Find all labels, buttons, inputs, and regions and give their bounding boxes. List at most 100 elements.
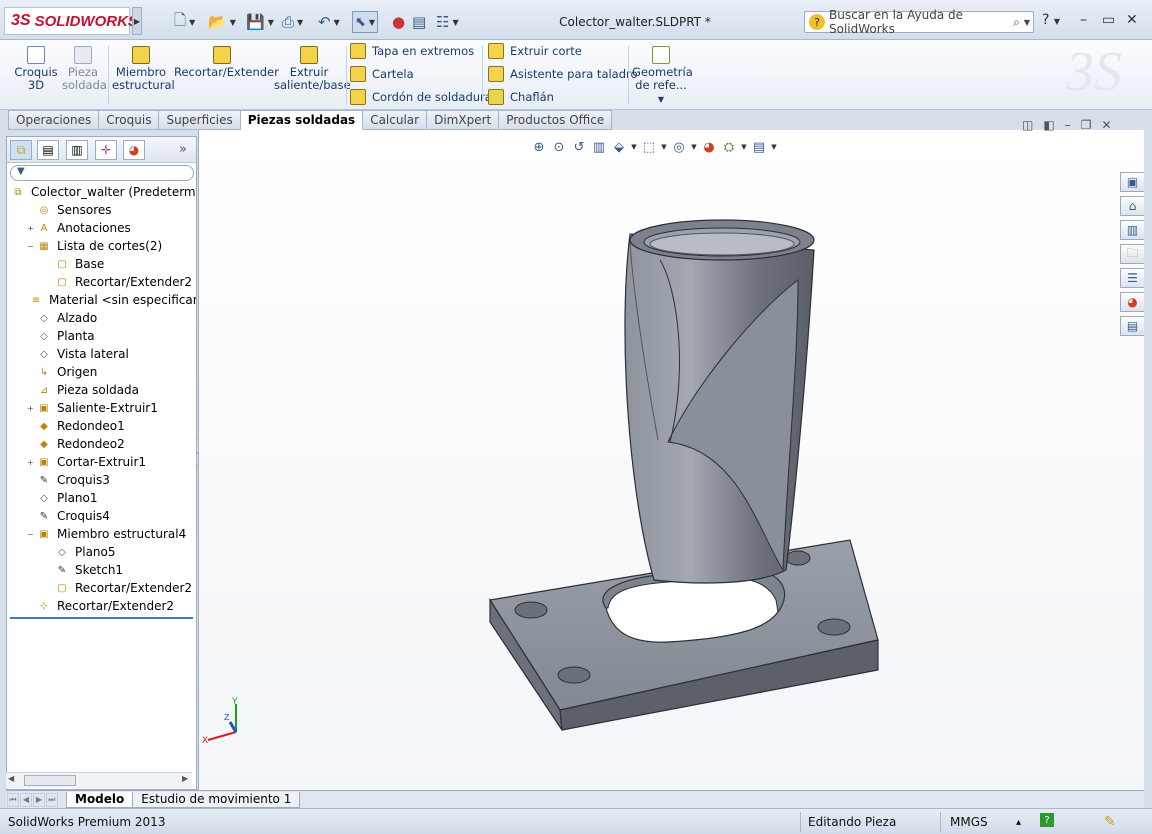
tab-superficies[interactable]: Superficies [159,110,241,130]
filter-icon: ▼ [17,166,25,177]
tree-item-label: Sensores [57,203,112,217]
select-button[interactable]: ⬉ ▼ [352,11,379,33]
tag-icon[interactable]: ✎ [1104,812,1116,832]
rebuild-button[interactable]: ● [392,11,405,33]
collector-tube[interactable] [624,219,815,584]
button-label: Chaflán [510,90,554,104]
featuremanager-tab[interactable]: ⧉ [10,140,32,160]
tab-dimxpert[interactable]: DimXpert [427,110,500,130]
tree-item[interactable]: ◇ Plano1 [7,489,196,507]
quick-tips-help-icon[interactable]: ? [1040,813,1054,827]
end-cap-button[interactable]: Tapa en extremos [350,41,474,61]
print-button[interactable]: ⎙ ▼ [282,11,303,33]
rollback-bar[interactable] [10,617,193,619]
tree-item[interactable]: + ▣ Cortar-Extruir1 [7,453,196,471]
button-label: Miembro [115,65,167,79]
extruded-cut-button[interactable]: Extruir corte [488,41,582,61]
tree-item[interactable]: ⧉ Colector_walter (Predeterminado [7,183,196,201]
next-tab-arrow[interactable]: ▶ [33,792,45,807]
display-manager-tab[interactable]: ◕ [123,140,145,160]
tree-item[interactable]: ◇ Vista lateral [7,345,196,363]
tree-item[interactable]: ✎ Sketch1 [7,561,196,579]
structural-member-icon: ▣ [39,528,49,540]
tree-horizontal-scrollbar[interactable]: ◀ ▶ [6,772,192,788]
tree-item[interactable]: ◆ Redondeo1 [7,417,196,435]
tree-item[interactable]: ✎ Croquis3 [7,471,196,489]
tab-calcular[interactable]: Calcular [363,110,428,130]
solidworks-logo[interactable]: 3S SOLIDWORKS [4,7,138,35]
minimize-window-button[interactable]: – [1080,12,1087,28]
options-button[interactable]: ☷ ▼ [436,11,459,33]
configurationmanager-tab[interactable]: ▥ [66,140,88,160]
tree-item[interactable]: ▢ Recortar/Extender2 [7,273,196,291]
tree-item[interactable]: ◇ Plano5 [7,543,196,561]
open-document-button[interactable]: 📂 ▼ [208,11,236,33]
extruded-boss-button[interactable]: Extruir saliente/base [274,46,351,92]
unit-system[interactable]: MMGS [950,812,988,832]
tree-item[interactable]: − ▣ Miembro estructural4 [7,525,196,543]
tab-operaciones[interactable]: Operaciones [8,110,100,130]
help-search-input[interactable]: ? Buscar en la Ayuda de SolidWorks ⌕ ▼ [804,8,1034,36]
plane-icon: ◇ [40,312,48,324]
hole-wizard-button[interactable]: Asistente para taladro [488,64,638,84]
tree-item[interactable]: ◎ Sensores [7,201,196,219]
weld-bead-button[interactable]: Cordón de soldadura [350,87,492,107]
button-label: de refe... [635,78,687,92]
save-button[interactable]: 💾 ▼ [246,11,274,33]
new-document-button[interactable]: 🗋 ▼ [174,11,195,33]
tree-item[interactable]: − ▦ Lista de cortes(2) [7,237,196,255]
tab-croquis[interactable]: Croquis [99,110,160,130]
cut-extrude-icon: ▣ [39,456,49,468]
structural-member-button[interactable]: Miembro estructural [112,46,175,92]
tree-filter-input[interactable]: ▼ [10,165,194,181]
weldment-button[interactable]: Pieza soldada [62,46,107,92]
chamfer-button[interactable]: Chaflán [488,87,554,107]
file-properties-button[interactable]: ▤ [412,11,426,33]
tab-productos-office[interactable]: Productos Office [499,110,613,130]
model-3d-view[interactable]: Y X Z [198,130,1144,790]
tree-item-label: Base [75,257,105,271]
search-icon[interactable]: ⌕ [1013,15,1020,30]
tree-item[interactable]: ≡ Material <sin especificar> [7,291,196,309]
propertymanager-tab[interactable]: ▤ [37,140,59,160]
tree-item[interactable]: ✎ Croquis4 [7,507,196,525]
tree-item-label: Origen [57,365,98,379]
maximize-window-button[interactable]: ▭ [1102,12,1115,28]
tab-motion-study[interactable]: Estudio de movimiento 1 [132,791,301,808]
help-button[interactable]: ? ▼ [1042,12,1060,28]
tree-item[interactable]: ⊹ Recortar/Extender2 [7,597,196,615]
sketch-3d-button[interactable]: Croquis 3D [14,46,58,92]
command-manager-tabs: Operaciones Croquis Superficies Piezas s… [8,110,613,130]
last-tab-arrow[interactable]: ⏭ [46,792,58,807]
tree-expander-icon[interactable]: + [27,224,35,233]
tree-expander-icon[interactable]: − [27,530,35,539]
tree-item[interactable]: ▢ Base [7,255,196,273]
trim-extend-button[interactable]: Recortar/Extender [174,46,279,79]
gusset-button[interactable]: Cartela [350,64,414,84]
help-icon: ? [1042,12,1050,28]
tree-item[interactable]: + A Anotaciones [7,219,196,237]
dimxpert-tab[interactable]: ✛ [95,140,117,160]
tree-expander-icon[interactable]: + [27,404,35,413]
tree-item[interactable]: ⊿ Pieza soldada [7,381,196,399]
tree-expander-icon[interactable]: − [27,242,35,251]
prev-tab-arrow[interactable]: ◀ [20,792,32,807]
tree-item[interactable]: ◆ Redondeo2 [7,435,196,453]
search-dropdown-icon[interactable]: ▼ [1024,18,1030,27]
undo-button[interactable]: ↶ ▼ [318,11,340,33]
tree-item[interactable]: ◇ Alzado [7,309,196,327]
tree-expander-icon[interactable]: + [27,458,35,467]
tab-piezas-soldadas[interactable]: Piezas soldadas [240,110,364,130]
tree-item[interactable]: ◇ Planta [7,327,196,345]
tree-item[interactable]: ↳ Origen [7,363,196,381]
menu-expand-button[interactable]: ▶ [132,7,142,35]
tree-item[interactable]: + ▣ Saliente-Extruir1 [7,399,196,417]
tree-item[interactable]: ▢ Recortar/Extender2 [7,579,196,597]
first-tab-arrow[interactable]: ⏮ [7,792,19,807]
button-label: Asistente para taladro [510,67,638,81]
tab-modelo[interactable]: Modelo [66,791,134,808]
reference-geometry-button[interactable]: Geometría de refe... ▼ [632,46,693,106]
close-window-button[interactable]: ✕ [1126,12,1138,28]
panel-expand-icon[interactable]: » [179,142,187,157]
units-menu-arrow[interactable]: ▴ [1016,812,1021,832]
